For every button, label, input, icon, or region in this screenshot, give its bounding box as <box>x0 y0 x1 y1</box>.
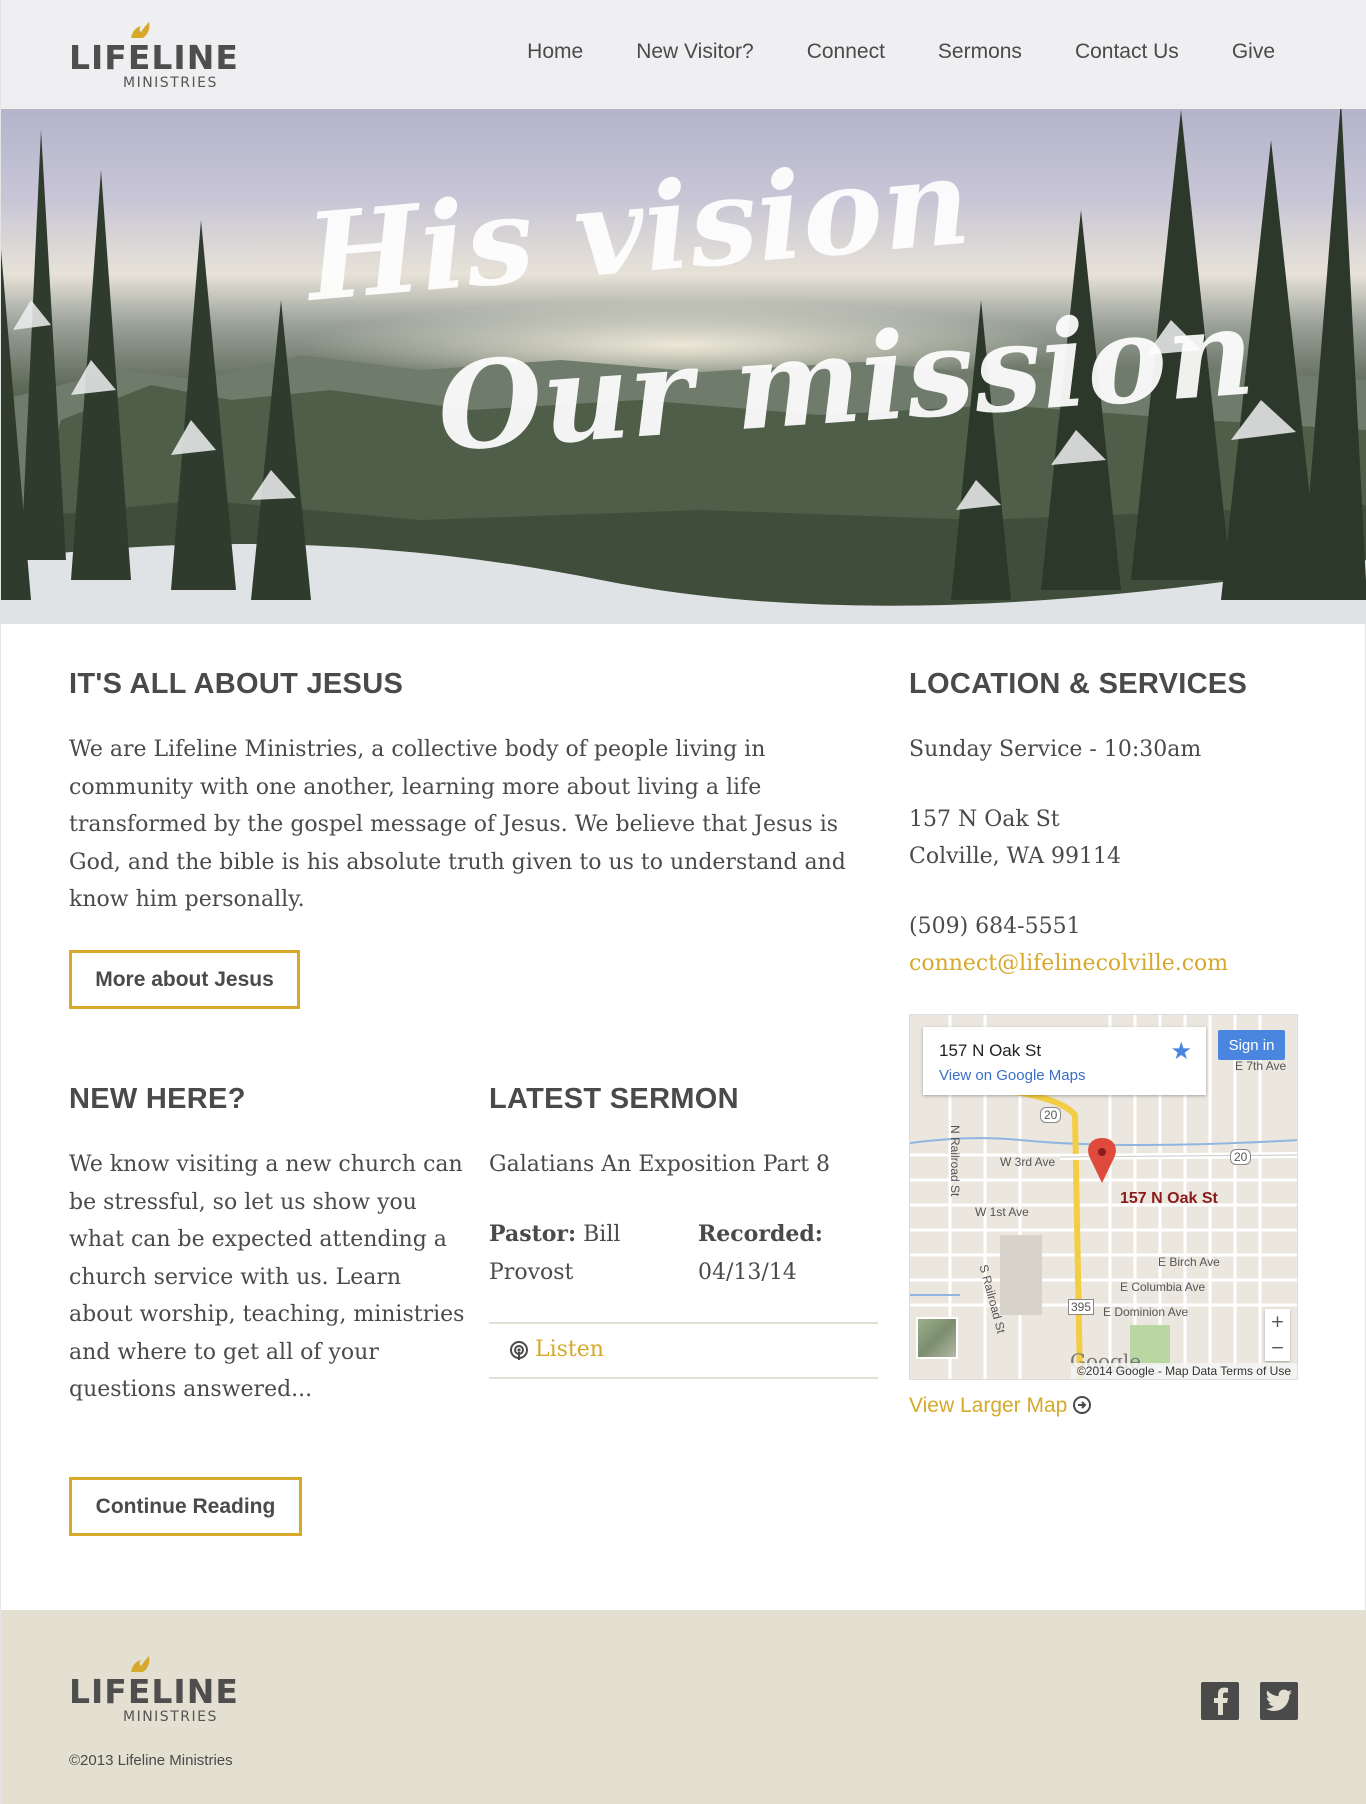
sermon-recorded: Recorded: 04/13/14 <box>698 1216 878 1291</box>
logo-wordmark: LIFELINE <box>69 38 239 77</box>
site-header: LIFELINE MINISTRIES Home New Visitor? Co… <box>1 0 1366 109</box>
nav-home[interactable]: Home <box>527 38 583 66</box>
twitter-icon[interactable] <box>1260 1682 1298 1720</box>
sermon-title-bold: SERMON <box>609 1083 739 1115</box>
sermon-title-light: LATEST <box>489 1083 610 1115</box>
nav-connect[interactable]: Connect <box>807 38 885 66</box>
about-title: IT'S ALL ABOUT JESUS <box>69 667 403 701</box>
nav-new-visitor[interactable]: New Visitor? <box>636 38 754 66</box>
more-about-jesus-button[interactable]: More about Jesus <box>69 950 300 1009</box>
map-street-e-columbia: E Columbia Ave <box>1120 1280 1206 1294</box>
location-title-bold: LOCATION <box>909 668 1061 700</box>
new-here-title-bold: NEW <box>69 1083 138 1115</box>
phone-number: (509) 684-5551 <box>909 914 1081 939</box>
zoom-in-button[interactable]: + <box>1265 1309 1290 1335</box>
about-title-bold: JESUS <box>306 668 404 700</box>
new-here-title-light: HERE? <box>137 1083 246 1115</box>
view-larger-map-label: View Larger Map <box>909 1394 1068 1417</box>
google-map[interactable]: W 3rd Ave W 1st Ave E Birch Ave E Columb… <box>909 1014 1298 1380</box>
nav-sermons[interactable]: Sermons <box>938 38 1022 66</box>
map-street-n-railroad: N Railroad St <box>948 1125 962 1197</box>
address-street: 157 N Oak St <box>909 807 1060 832</box>
address-city: Colville, WA 99114 <box>909 844 1122 869</box>
copyright: ©2013 Lifeline Ministries <box>69 1752 233 1769</box>
map-attribution[interactable]: ©2014 Google - Map Data Terms of Use <box>1070 1363 1297 1379</box>
sermon-recorded-label: Recorded: <box>698 1221 823 1247</box>
map-street-w3rd: W 3rd Ave <box>1000 1155 1056 1169</box>
service-time: Sunday Service - 10:30am <box>909 737 1202 762</box>
sermon-pastor: Pastor: Bill Provost <box>489 1216 659 1291</box>
map-street-w1st: W 1st Ave <box>975 1205 1029 1219</box>
sermon-pastor-label: Pastor: <box>489 1221 577 1247</box>
arrow-circle-right-icon <box>1073 1396 1092 1414</box>
map-street-e-birch: E Birch Ave <box>1158 1255 1220 1269</box>
save-star-icon[interactable]: ★ <box>1170 1039 1192 1063</box>
map-street-e-7th: E 7th Ave <box>1235 1059 1287 1073</box>
satellite-toggle[interactable] <box>916 1317 958 1359</box>
sermon-listen-row[interactable]: Listen <box>489 1322 878 1379</box>
new-here-body: We know visiting a new church can be str… <box>69 1152 465 1402</box>
hero-tagline-line2: Our mission <box>433 281 1258 479</box>
site-footer: LIFELINE MINISTRIES ©2013 Lifeline Minis… <box>1 1610 1366 1804</box>
main-nav: Home New Visitor? Connect Sermons Contac… <box>474 38 1275 66</box>
map-info-card: 157 N Oak St View on Google Maps ★ <box>923 1027 1206 1095</box>
email-link[interactable]: connect@lifelinecolville.com <box>909 945 1228 983</box>
footer-logo-subtitle: MINISTRIES <box>123 1709 218 1725</box>
header-logo[interactable]: LIFELINE MINISTRIES <box>69 20 238 94</box>
map-hwy-395: 395 <box>1068 1299 1095 1315</box>
sermon-recorded-value: 04/13/14 <box>698 1259 797 1285</box>
flame-logo-icon <box>131 1656 150 1672</box>
sermon-name: Galatians An Exposition Part 8 <box>489 1152 831 1177</box>
map-zoom-control: + − <box>1265 1309 1290 1361</box>
facebook-icon[interactable] <box>1201 1682 1239 1720</box>
listen-link[interactable]: Listen <box>535 1335 604 1365</box>
footer-logo[interactable]: LIFELINE MINISTRIES <box>69 1654 238 1728</box>
footer-logo-wordmark: LIFELINE <box>69 1672 239 1711</box>
map-hwy-20-a: 20 <box>1040 1107 1062 1123</box>
sermon-title: LATEST SERMON <box>489 1082 739 1116</box>
map-sign-in-button[interactable]: Sign in <box>1218 1030 1285 1060</box>
logo-subtitle: MINISTRIES <box>123 75 218 91</box>
podcast-icon <box>510 1341 528 1360</box>
continue-reading-button[interactable]: Continue Reading <box>69 1477 302 1536</box>
map-hwy-20-b: 20 <box>1230 1149 1252 1165</box>
map-pin-label: 157 N Oak St <box>1120 1190 1218 1207</box>
hero-tagline-line1: His vision <box>298 131 975 330</box>
zoom-out-button[interactable]: − <box>1265 1335 1290 1361</box>
location-title-light: & SERVICES <box>1060 668 1248 700</box>
view-on-google-maps-link[interactable]: View on Google Maps <box>939 1067 1085 1085</box>
about-title-light: IT'S ALL ABOUT <box>69 668 307 700</box>
nav-give[interactable]: Give <box>1232 38 1275 66</box>
map-street-e-dominion: E Dominion Ave <box>1103 1305 1189 1319</box>
map-card-address: 157 N Oak St <box>939 1041 1042 1060</box>
flame-logo-icon <box>131 22 150 38</box>
nav-contact-us[interactable]: Contact Us <box>1075 38 1179 66</box>
about-body: We are Lifeline Ministries, a collective… <box>69 737 846 912</box>
new-here-title: NEW HERE? <box>69 1082 246 1116</box>
page: His vision Our mission LIFELINE MINISTRI… <box>0 0 1366 1804</box>
location-title: LOCATION & SERVICES <box>909 667 1247 701</box>
view-larger-map-link[interactable]: View Larger Map <box>909 1392 1092 1420</box>
